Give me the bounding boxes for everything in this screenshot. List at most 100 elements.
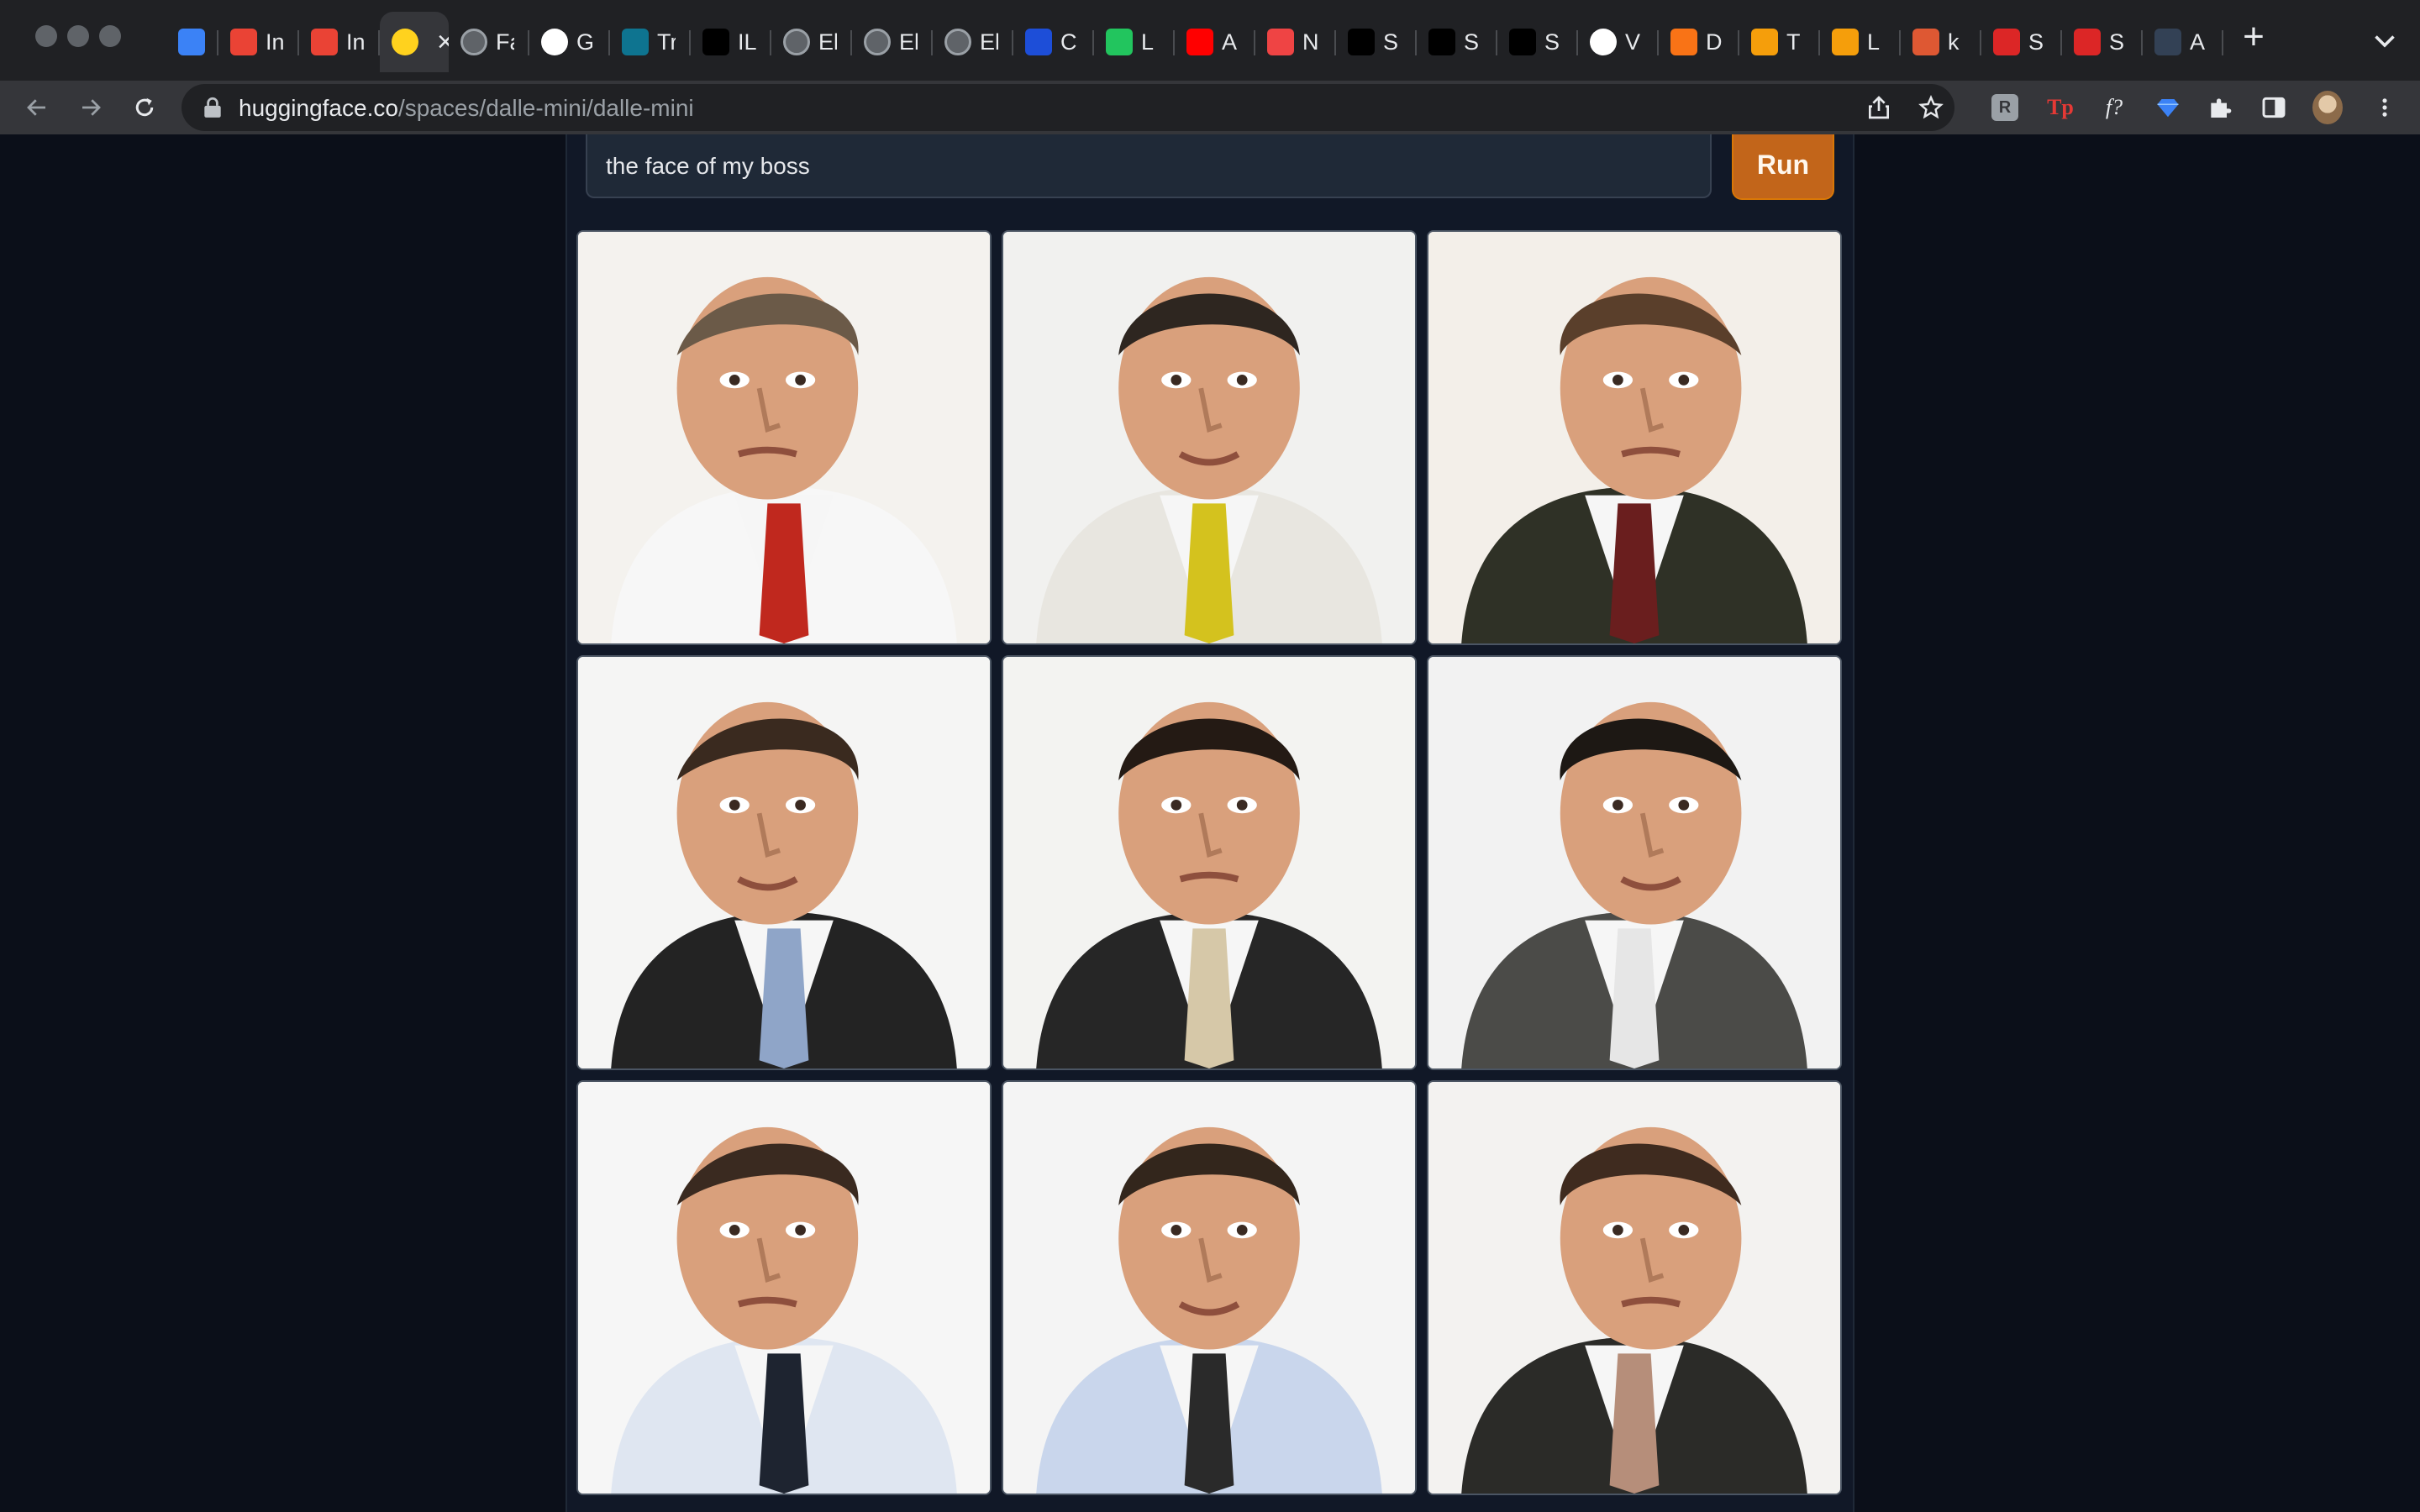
github-icon	[541, 29, 568, 55]
tab-strip: In In × Fa G Tr IL El El El C L A N S S S V D T Lk S S A +	[0, 0, 2420, 81]
tab-title: S	[1383, 29, 1399, 55]
extension-grey-icon[interactable]: R	[1990, 92, 2020, 123]
black-square-icon	[1348, 29, 1375, 55]
gem-icon	[178, 29, 205, 55]
browser-tab[interactable]: El	[771, 12, 852, 72]
bookmark-star-icon[interactable]	[1918, 94, 1944, 121]
browser-tab[interactable]: S	[1981, 12, 2062, 72]
lock-icon[interactable]	[202, 96, 224, 119]
black-square-icon	[1428, 29, 1455, 55]
extension-fx-icon[interactable]: f?	[2099, 92, 2129, 123]
orange-arc-icon	[1670, 29, 1697, 55]
tab-title: N	[1302, 29, 1319, 55]
tab-title: G	[576, 29, 595, 55]
globe-icon	[864, 29, 891, 55]
waveform-icon	[1267, 29, 1294, 55]
generated-image[interactable]	[1427, 655, 1842, 1070]
address-bar[interactable]: huggingface.co/spaces/dalle-mini/dalle-m…	[182, 84, 1954, 131]
close-window-icon[interactable]	[35, 25, 57, 47]
generated-image[interactable]	[576, 230, 992, 645]
browser-tab[interactable]: L	[1820, 12, 1901, 72]
tab-title: In	[266, 29, 284, 55]
url-text: huggingface.co/spaces/dalle-mini/dalle-m…	[239, 95, 694, 122]
prompt-input[interactable]: the face of my boss	[586, 134, 1712, 198]
k-logo-icon	[1993, 29, 2020, 55]
tab-title: El	[980, 29, 998, 55]
browser-tab[interactable]: k	[1901, 12, 1981, 72]
globe-icon	[783, 29, 810, 55]
k-logo-icon	[2074, 29, 2101, 55]
tab-title: L	[1141, 29, 1155, 55]
browser-tab[interactable]: IL	[691, 12, 771, 72]
forward-button[interactable]	[72, 89, 109, 126]
close-tab-icon[interactable]: ×	[437, 28, 449, 56]
green-square-icon	[1106, 29, 1133, 55]
gmail-icon	[311, 29, 338, 55]
reload-button[interactable]	[126, 89, 163, 126]
browser-tab[interactable]: G	[529, 12, 610, 72]
extension-tp-icon[interactable]: Tp	[2045, 92, 2075, 123]
back-button[interactable]	[18, 89, 55, 126]
t-logo-icon	[622, 29, 649, 55]
tab-title: IL	[738, 29, 756, 55]
minimize-window-icon[interactable]	[67, 25, 89, 47]
browser-tab[interactable]: S	[1497, 12, 1578, 72]
extension-gem-icon[interactable]	[2153, 92, 2183, 123]
arrow-left-icon	[27, 99, 45, 116]
generated-image[interactable]	[1427, 1080, 1842, 1495]
browser-tab[interactable]: ×	[380, 12, 449, 72]
extensions-puzzle-icon[interactable]	[2205, 92, 2235, 123]
image-gallery	[576, 230, 1844, 1495]
tab-title: A	[2190, 29, 2206, 55]
run-button[interactable]: Run	[1732, 134, 1834, 200]
portrait-illustration	[1428, 1082, 1840, 1494]
browser-tab[interactable]: In	[218, 12, 299, 72]
generated-image[interactable]	[1427, 230, 1842, 645]
tab-title: El	[818, 29, 837, 55]
share-icon[interactable]	[1865, 94, 1892, 121]
maximize-window-icon[interactable]	[99, 25, 121, 47]
browser-tab[interactable]: T	[1739, 12, 1820, 72]
browser-tab[interactable]: El	[933, 12, 1013, 72]
browser-tab[interactable]: A	[1175, 12, 1255, 72]
browser-tab[interactable]: Tr	[610, 12, 691, 72]
generated-image[interactable]	[576, 655, 992, 1070]
browser-tab[interactable]: El	[852, 12, 933, 72]
browser-tab[interactable]: N	[1255, 12, 1336, 72]
browser-tab[interactable]	[166, 12, 218, 72]
generated-image[interactable]	[1002, 1080, 1417, 1495]
portrait-illustration	[1428, 232, 1840, 643]
portrait-illustration	[1003, 232, 1415, 643]
tab-search-chevron-icon[interactable]	[2370, 25, 2400, 55]
browser-tab[interactable]: C	[1013, 12, 1094, 72]
browser-toolbar: huggingface.co/spaces/dalle-mini/dalle-m…	[0, 81, 2420, 134]
browser-tab[interactable]: Fa	[449, 12, 529, 72]
tab-title: Fa	[496, 29, 514, 55]
notebook-icon	[1751, 29, 1778, 55]
browser-tab[interactable]: D	[1659, 12, 1739, 72]
profile-avatar[interactable]	[2312, 91, 2343, 124]
tab-title: S	[1464, 29, 1480, 55]
hugging-face-icon	[392, 29, 418, 55]
browser-tab[interactable]: L	[1094, 12, 1175, 72]
generated-image[interactable]	[1002, 230, 1417, 645]
browser-tab[interactable]: S	[1336, 12, 1417, 72]
browser-tab[interactable]: V	[1578, 12, 1659, 72]
tab-title: Tr	[657, 29, 676, 55]
tab-title: T	[1786, 29, 1801, 55]
duckduckgo-icon	[1912, 29, 1939, 55]
generated-image[interactable]	[576, 1080, 992, 1495]
browser-tab[interactable]: S	[1417, 12, 1497, 72]
new-tab-button[interactable]: +	[2235, 18, 2272, 57]
generated-image[interactable]	[1002, 655, 1417, 1070]
browser-tab[interactable]: In	[299, 12, 380, 72]
tab-title: k	[1948, 29, 1960, 55]
side-panel-icon[interactable]	[2259, 92, 2289, 123]
gmail-icon	[230, 29, 257, 55]
s-logo-icon	[1025, 29, 1052, 55]
menu-kebab-icon[interactable]	[2370, 92, 2400, 123]
youtube-icon	[1186, 29, 1213, 55]
browser-tab[interactable]: A	[2143, 12, 2223, 72]
browser-tab[interactable]: S	[2062, 12, 2143, 72]
portrait-illustration	[578, 1082, 990, 1494]
